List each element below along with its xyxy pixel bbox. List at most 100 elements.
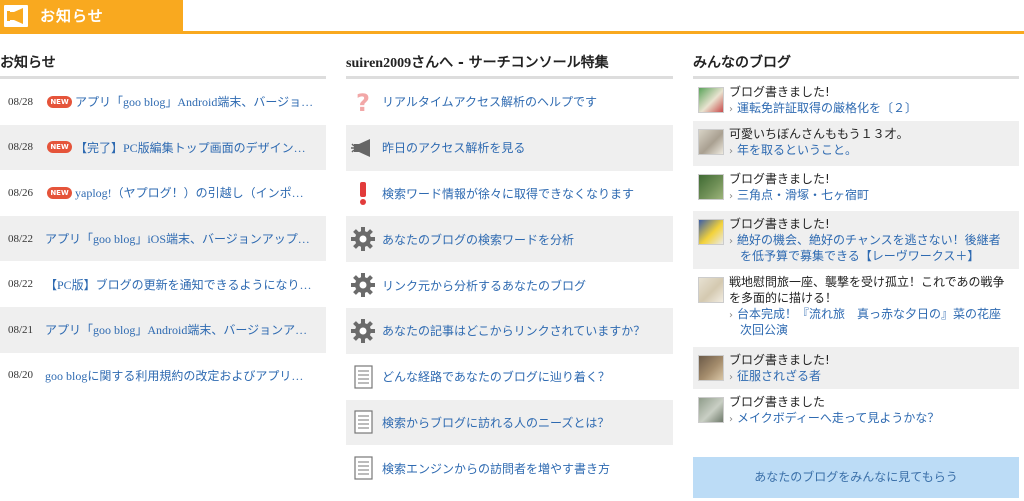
search-console-link[interactable]: 検索ワード情報が徐々に取得できなくなります — [382, 185, 634, 202]
chevron-right-icon: › — [729, 372, 733, 383]
news-list: 08/28 NEW アプリ「goo blog」Android端末、バージョ… 08/2… — [0, 79, 326, 398]
blog-title[interactable]: ブログ書きました! — [729, 171, 830, 187]
search-console-item[interactable]: ? リアルタイムアクセス解析のヘルプです — [346, 79, 673, 125]
news-date: 08/26 — [8, 186, 34, 199]
chevron-right-icon: › — [729, 191, 733, 202]
svg-text:?: ? — [356, 89, 370, 115]
blog-item[interactable]: 戦地慰問旅一座、襲撃を受け孤立！これであの戦争 を多面的に描ける！ › 台本完成！『流… — [693, 269, 1019, 347]
news-title-link[interactable]: アプリ「goo blog」Android端末、バージョンア… — [45, 321, 321, 338]
document-icon — [350, 364, 376, 390]
blog-thumbnail[interactable] — [698, 174, 724, 200]
blog-article-link[interactable]: › 征服されざる者 — [729, 368, 821, 386]
news-date: 08/20 — [8, 369, 34, 382]
search-console-item[interactable]: 検索ワード情報が徐々に取得できなくなります — [346, 171, 673, 217]
header-underline — [0, 31, 1024, 34]
news-title-link[interactable]: 【完了】PC版編集トップ画面のデザイン… — [75, 139, 321, 156]
blog-title[interactable]: ブログ書きました! — [729, 352, 830, 368]
blog-title[interactable]: 戦地慰問旅一座、襲撃を受け孤立！これであの戦争 — [729, 274, 1005, 290]
question-icon: ? — [350, 89, 376, 117]
blog-article-text[interactable]: 三角点・滑塚・七ヶ宿町 — [737, 188, 869, 202]
blog-item[interactable]: ブログ書きました! › 絶好の機会、絶好のチャンスを逃さない！後継者 を低予算で募集で… — [693, 211, 1019, 269]
news-item[interactable]: 08/22 アプリ「goo blog」iOS端末、バージョンアップ… — [0, 215, 326, 262]
blog-article-text[interactable]: メイクボディーへ走って見ようかな？ — [737, 411, 939, 425]
blog-article-link[interactable]: › 年を取るということ。 — [729, 142, 857, 160]
blog-article-link[interactable]: 次回公演 — [740, 322, 788, 338]
blog-article-text[interactable]: 絶好の機会、絶好のチャンスを逃さない！後継者 — [737, 233, 1001, 247]
search-console-link[interactable]: 昨日のアクセス解析を見る — [382, 139, 525, 156]
search-console-item[interactable]: 昨日のアクセス解析を見る — [346, 124, 673, 171]
blog-thumbnail[interactable] — [698, 277, 724, 303]
blog-article-link[interactable]: › メイクボディーへ走って見ようかな？ — [729, 410, 939, 428]
search-console-link[interactable]: 検索からブログに訪れる人のニーズとは？ — [382, 414, 609, 431]
new-badge: NEW — [47, 141, 72, 154]
new-badge: NEW — [47, 95, 72, 108]
news-item[interactable]: 08/28 NEW アプリ「goo blog」Android端末、バージョ… — [0, 79, 326, 125]
search-console-link[interactable]: あなたのブログの検索ワードを分析 — [382, 231, 574, 248]
news-title-link[interactable]: 【PC版】ブログの更新を通知できるようになり… — [45, 276, 321, 293]
news-title-link[interactable]: アプリ「goo blog」iOS端末、バージョンアップ… — [45, 230, 321, 247]
search-console-item[interactable]: 検索エンジンからの訪問者を増やす書き方 — [346, 445, 673, 491]
blog-item[interactable]: ブログ書きました! › 運転免許証取得の厳格化を〔２〕 — [693, 79, 1019, 121]
news-item[interactable]: 08/26 NEW yaplog!（ヤプログ！）の引越し（インポ… — [0, 170, 326, 216]
news-date: 08/22 — [8, 278, 34, 291]
chevron-right-icon: › — [729, 236, 733, 247]
search-console-link[interactable]: あなたの記事はどこからリンクされていますか？ — [382, 322, 645, 339]
blog-title[interactable]: ブログ書きました! — [729, 84, 830, 100]
heading-suffix: さんへ - サーチコンソール特集 — [411, 55, 609, 71]
blog-article-text[interactable]: 運転免許証取得の厳格化を〔２〕 — [737, 101, 917, 115]
blog-article-link[interactable]: を低予算で募集できる【レーヴワークス＋】 — [740, 248, 979, 264]
chevron-right-icon: › — [729, 310, 733, 321]
search-console-heading: suiren2009さんへ - サーチコンソール特集 — [346, 52, 609, 72]
search-console-link[interactable]: 検索エンジンからの訪問者を増やす書き方 — [382, 460, 610, 477]
blog-article-text[interactable]: 年を取るということ。 — [737, 143, 857, 157]
search-console-item[interactable]: どんな経路であなたのブログに辿り着く？ — [346, 354, 673, 400]
document-icon — [350, 455, 376, 481]
blog-article-link[interactable]: › 三角点・滑塚・七ヶ宿町 — [729, 187, 869, 205]
blog-article-text[interactable]: 征服されざる者 — [737, 369, 821, 383]
exclamation-icon — [350, 180, 376, 206]
news-item[interactable]: 08/20 goo blogに関する利用規約の改定およびアプリ… — [0, 353, 326, 399]
blog-article-link[interactable]: › 運転免許証取得の厳格化を〔２〕 — [729, 100, 917, 118]
search-console-link[interactable]: どんな経路であなたのブログに辿り着く？ — [382, 368, 610, 385]
blog-thumbnail[interactable] — [698, 87, 724, 113]
header-title: お知らせ — [40, 7, 104, 25]
blog-item[interactable]: ブログ書きました! › 三角点・滑塚・七ヶ宿町 — [693, 166, 1019, 211]
search-console-item[interactable]: 検索からブログに訪れる人のニーズとは？ — [346, 399, 673, 446]
search-console-link[interactable]: リンク元から分析するあなたのブログ — [382, 277, 586, 294]
search-console-link[interactable]: リアルタイムアクセス解析のヘルプです — [382, 93, 597, 110]
news-date: 08/21 — [8, 323, 34, 336]
gear-icon — [350, 226, 376, 252]
blog-list: ブログ書きました! › 運転免許証取得の厳格化を〔２〕 可愛いちぼんさんももう１３才。… — [693, 79, 1019, 430]
new-badge: NEW — [47, 186, 72, 199]
blog-article-text[interactable]: を低予算で募集できる【レーヴワークス＋】 — [740, 249, 979, 263]
news-item[interactable]: 08/22 【PC版】ブログの更新を通知できるようになり… — [0, 261, 326, 307]
blog-title[interactable]: ブログ書きました! — [729, 216, 830, 232]
search-console-item[interactable]: あなたの記事はどこからリンクされていますか？ — [346, 307, 673, 354]
news-title-link[interactable]: yaplog!（ヤプログ！）の引越し（インポ… — [75, 184, 321, 201]
news-title-link[interactable]: アプリ「goo blog」Android端末、バージョ… — [75, 93, 321, 110]
blog-item[interactable]: ブログ書きました! › 征服されざる者 — [693, 347, 1019, 389]
chevron-right-icon: › — [729, 146, 733, 157]
blog-title[interactable]: を多面的に描ける！ — [729, 290, 837, 306]
blog-item[interactable]: 可愛いちぼんさんももう１３才。 › 年を取るということ。 — [693, 121, 1019, 166]
news-date: 08/22 — [8, 232, 34, 245]
blog-article-text[interactable]: 台本完成！『流れ旅 真っ赤な夕日の』菜の花座 — [737, 307, 1001, 321]
header-tab: お知らせ — [0, 0, 183, 32]
blog-title[interactable]: ブログ書きました — [729, 394, 825, 410]
news-title-link[interactable]: goo blogに関する利用規約の改定およびアプリ… — [45, 367, 321, 384]
blog-item[interactable]: ブログ書きました › メイクボディーへ走って見ようかな？ — [693, 389, 1019, 430]
gear-icon — [350, 318, 376, 344]
blog-title[interactable]: 可愛いちぼんさんももう１３才。 — [729, 126, 909, 142]
blog-thumbnail[interactable] — [698, 355, 724, 381]
blog-thumbnail[interactable] — [698, 129, 724, 155]
show-my-blog-button[interactable]: あなたのブログをみんなに見てもらう — [693, 457, 1019, 498]
blog-article-text[interactable]: 次回公演 — [740, 323, 788, 337]
news-heading: お知らせ — [0, 55, 56, 71]
news-item[interactable]: 08/21 アプリ「goo blog」Android端末、バージョンア… — [0, 306, 326, 353]
search-console-list: ? リアルタイムアクセス解析のヘルプです 昨日のアクセス解析を見る検索ワード情報が徐… — [346, 79, 673, 491]
blog-thumbnail[interactable] — [698, 397, 724, 423]
search-console-item[interactable]: あなたのブログの検索ワードを分析 — [346, 216, 673, 263]
search-console-item[interactable]: リンク元から分析するあなたのブログ — [346, 262, 673, 308]
blog-thumbnail[interactable] — [698, 219, 724, 245]
news-item[interactable]: 08/28 NEW 【完了】PC版編集トップ画面のデザイン… — [0, 124, 326, 171]
